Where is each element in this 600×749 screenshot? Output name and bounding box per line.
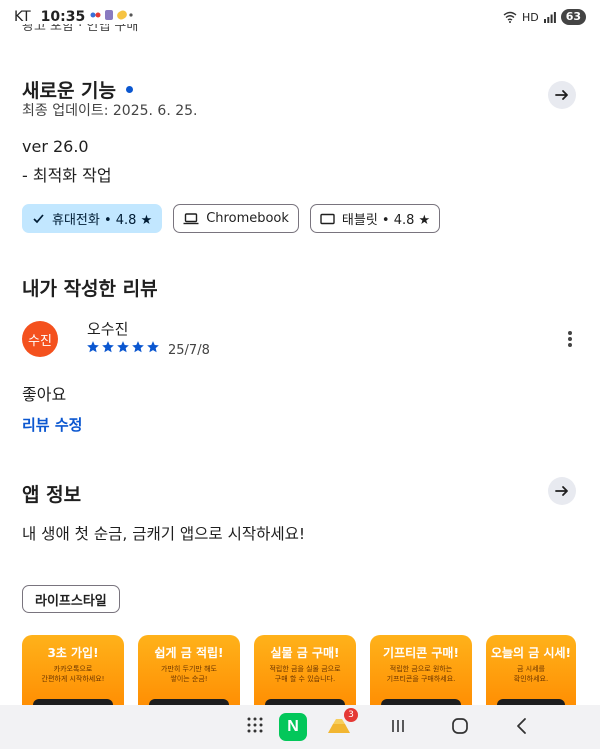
screenshot-heading: 실물 금 구매!	[270, 646, 340, 660]
whats-new-title: 새로운 기능	[22, 80, 117, 102]
ads-inapp-note: 광고 포함 · 인앱 구매	[22, 24, 139, 34]
arrow-right-icon	[555, 90, 568, 100]
screenshot-sub: 확인하세요.	[513, 675, 549, 683]
wifi-icon	[503, 11, 517, 23]
gold-app-icon[interactable]: 3	[325, 708, 358, 741]
app-drawer-icon[interactable]	[246, 716, 264, 734]
screenshot-sub: 카카오톡으로	[53, 665, 93, 673]
category-chip[interactable]: 라이프스타일	[22, 585, 120, 613]
star-icon	[147, 341, 159, 353]
screenshot-card[interactable]: 오늘의 금 시세! 금 시세를 확인하세요.	[486, 635, 576, 715]
back-icon[interactable]	[514, 717, 530, 735]
update-note: - 최적화 작업	[22, 166, 112, 185]
screenshot-card[interactable]: 실물 금 구매! 적립한 금을 실물 금으로 구매 할 수 있습니다.	[254, 635, 356, 715]
screenshot-heading: 3초 가입!	[47, 646, 99, 660]
screenshot-heading: 기프티콘 구매!	[383, 646, 459, 660]
system-nav-bar: N 3	[0, 705, 600, 749]
home-icon[interactable]	[451, 717, 469, 735]
screenshot-card[interactable]: 쉽게 금 적립! 가만히 두기만 해도 쌓이는 순금!	[138, 635, 240, 715]
battery-indicator: 63	[560, 9, 586, 25]
star-icon	[87, 341, 99, 353]
screenshot-heading: 쉽게 금 적립!	[154, 646, 224, 660]
screenshot-sub: 간편하게 시작하세요!	[41, 675, 105, 683]
tablet-icon	[320, 213, 335, 224]
screenshot-sub: 적립한 금으로 원하는	[389, 665, 453, 673]
screenshot-carousel[interactable]: 3초 가입! 카카오톡으로 간편하게 시작하세요! 쉽게 금 적립! 가만히 두…	[22, 635, 576, 715]
whats-new-arrow-button[interactable]	[548, 81, 576, 109]
screenshot-card[interactable]: 기프티콘 구매! 적립한 금으로 원하는 기프티콘을 구매하세요.	[370, 635, 472, 715]
arrow-right-icon	[555, 486, 568, 496]
notification-badge: 3	[344, 708, 358, 722]
app-info-title: 앱 정보	[22, 484, 82, 506]
chip-tablet[interactable]: 태블릿 • 4.8 ★	[309, 204, 441, 233]
chip-chromebook[interactable]: Chromebook	[173, 204, 299, 233]
chip-phone[interactable]: 휴대전화 • 4.8 ★	[22, 204, 163, 233]
my-review-title: 내가 작성한 리뷰	[22, 278, 158, 300]
version-text: ver 26.0	[22, 137, 89, 156]
screenshot-sub: 가만히 두기만 해도	[161, 665, 217, 673]
device-chips: 휴대전화 • 4.8 ★ Chromebook 태블릿 • 4.8 ★	[22, 204, 441, 233]
status-left: KT 10:35	[14, 9, 133, 25]
last-updated: 최종 업데이트: 2025. 6. 25.	[22, 103, 198, 119]
chip-tablet-label: 태블릿 • 4.8 ★	[341, 213, 431, 228]
more-options-icon[interactable]	[566, 329, 574, 349]
carrier: KT	[14, 9, 31, 25]
screenshot-sub: 금 시세를	[517, 665, 545, 673]
recent-apps-icon[interactable]	[390, 718, 406, 734]
screenshot-sub: 구매 할 수 있습니다.	[274, 675, 336, 683]
screenshot-card[interactable]: 3초 가입! 카카오톡으로 간편하게 시작하세요!	[22, 635, 124, 715]
clock: 10:35	[40, 9, 86, 25]
screenshot-heading: 오늘의 금 시세!	[490, 646, 572, 660]
review-text: 좋아요	[22, 385, 67, 404]
review-date: 25/7/8	[168, 343, 210, 358]
edit-review-link[interactable]: 리뷰 수정	[22, 414, 82, 435]
new-indicator-dot	[126, 86, 134, 93]
signal-icon	[543, 11, 556, 23]
screenshot-sub: 쌓이는 순금!	[170, 675, 208, 683]
screenshot-sub: 적립한 금을 실물 금으로	[269, 665, 341, 673]
app-info-header[interactable]: 앱 정보	[22, 480, 81, 507]
hd-icon: HD	[521, 10, 539, 24]
app-info-arrow-button[interactable]	[548, 477, 576, 505]
screenshot-sub: 기프티콘을 구매하세요.	[386, 675, 456, 683]
reviewer-name: 오수진	[87, 320, 129, 338]
star-icon	[117, 341, 129, 353]
review-stars	[86, 340, 160, 354]
naver-app-icon[interactable]: N	[279, 713, 307, 741]
chip-chromebook-label: Chromebook	[206, 211, 289, 226]
notification-icons	[89, 9, 133, 25]
star-icon	[132, 341, 144, 353]
status-right: HD 63	[503, 9, 586, 25]
app-description: 내 생애 첫 순금, 금캐기 앱으로 시작하세요!	[22, 525, 306, 543]
chip-phone-label: 휴대전화 • 4.8 ★	[52, 213, 153, 228]
laptop-icon	[183, 213, 199, 225]
avatar: 수진	[22, 321, 58, 357]
star-icon	[102, 341, 114, 353]
whats-new-header[interactable]: 새로운 기능	[22, 76, 134, 103]
app-notification-icon	[90, 10, 133, 20]
my-review-header: 내가 작성한 리뷰	[22, 274, 158, 301]
check-icon	[33, 214, 44, 224]
